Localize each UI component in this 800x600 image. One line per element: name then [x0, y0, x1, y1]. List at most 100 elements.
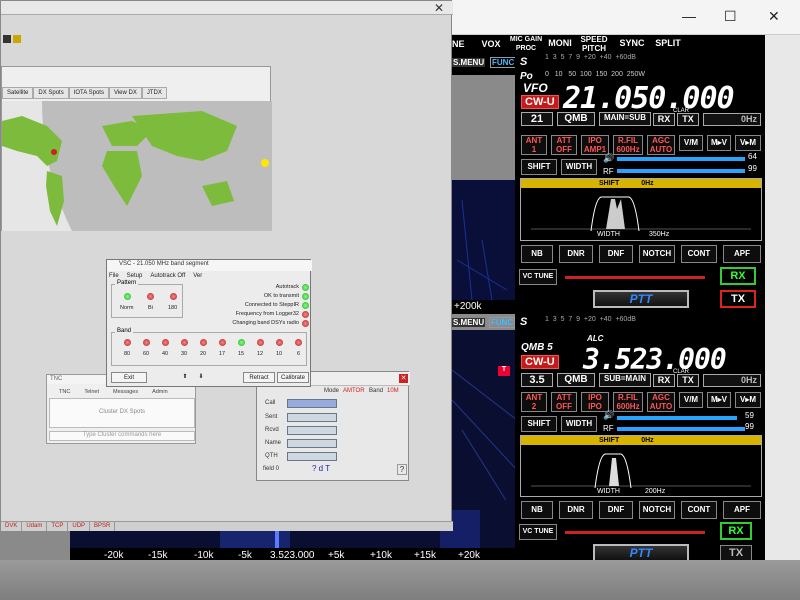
minimize-button[interactable]: —	[682, 8, 696, 24]
mv-button[interactable]: M▸V	[707, 135, 731, 151]
vtom-button[interactable]: V▸M	[735, 135, 761, 151]
tab-tnc[interactable]: TNC	[59, 389, 70, 397]
calibrate-button[interactable]: Calibrate	[277, 372, 309, 383]
ipo-button[interactable]: IPO IPO	[581, 392, 609, 412]
vc-tune-slider[interactable]	[565, 276, 705, 279]
help-button[interactable]: ?	[397, 464, 407, 475]
tab-messages[interactable]: Messages	[113, 389, 138, 397]
func-button[interactable]: FUNC	[490, 57, 517, 68]
logger-close-button[interactable]: ✕	[425, 1, 453, 15]
tab-jtdx[interactable]: JTDX	[141, 87, 167, 99]
rx-button[interactable]: RX	[720, 267, 756, 285]
tab-admin[interactable]: Admin	[152, 389, 168, 397]
ant-button[interactable]: ANT 1	[521, 135, 547, 155]
apf-button[interactable]: APF	[723, 501, 761, 519]
rx-button[interactable]: RX	[720, 522, 752, 540]
agc-button[interactable]: AGC AUTO	[647, 135, 675, 155]
vc-tune-slider[interactable]	[565, 531, 705, 534]
split-button[interactable]: SPLIT	[651, 39, 685, 48]
rcvd-field[interactable]	[287, 426, 337, 435]
tab-dx-spots[interactable]: DX Spots	[33, 87, 69, 99]
band-led[interactable]	[162, 339, 169, 346]
sub-main-box[interactable]: SUB=MAIN	[599, 373, 651, 387]
notch-button[interactable]: NOTCH	[639, 245, 675, 263]
tab-satellite[interactable]: Satellite	[2, 87, 34, 99]
band-box[interactable]: 21	[521, 112, 553, 126]
cont-button[interactable]: CONT	[681, 245, 717, 263]
rfil-button[interactable]: R.FIL 600Hz	[613, 392, 643, 412]
close-button[interactable]: ✕	[768, 8, 780, 25]
ipo-button[interactable]: IPO AMP1	[581, 135, 609, 155]
tx-button[interactable]: TX	[720, 545, 752, 561]
dnr-button[interactable]: DNR	[559, 245, 593, 263]
sub-frequency[interactable]: 3.523.000	[583, 343, 727, 376]
pattern-norm-led[interactable]	[124, 293, 131, 300]
func-button-sub[interactable]: FUNC	[489, 317, 516, 328]
tab-iota-spots[interactable]: IOTA Spots	[68, 87, 109, 99]
apf-button[interactable]: APF	[723, 245, 761, 263]
qmb-box[interactable]: QMB	[557, 373, 595, 387]
dnf-button[interactable]: DNF	[599, 245, 633, 263]
width-button[interactable]: WIDTH	[561, 416, 597, 432]
sent-field[interactable]	[287, 413, 337, 422]
band-led[interactable]	[181, 339, 188, 346]
main-sub-box[interactable]: MAIN=SUB	[599, 112, 651, 126]
up-button[interactable]: ⬆	[179, 372, 191, 383]
ant-button[interactable]: ANT 2	[521, 392, 547, 412]
call-field[interactable]	[287, 399, 337, 408]
mic-gain-proc-button[interactable]: MIC GAIN PROC	[509, 35, 543, 53]
vm-button[interactable]: V/M	[679, 135, 703, 151]
tx-clar-button[interactable]: TX	[677, 113, 699, 126]
vtom-button[interactable]: V▸M	[735, 392, 761, 408]
smenu-button-sub[interactable]: S.MENU	[452, 318, 486, 327]
notch-button[interactable]: NOTCH	[639, 501, 675, 519]
band-box[interactable]: 3.5	[521, 373, 553, 387]
menu-autotrack[interactable]: Autotrack Off	[150, 273, 185, 282]
mode-indicator[interactable]: CW-U	[521, 355, 559, 369]
mv-button[interactable]: M▸V	[707, 392, 731, 408]
tab-telnet[interactable]: Telnet	[84, 389, 99, 397]
ne-label[interactable]: NE	[452, 39, 465, 49]
menu-ver[interactable]: Ver	[193, 273, 202, 282]
rx-clar-button[interactable]: RX	[653, 113, 675, 126]
cont-button[interactable]: CONT	[681, 501, 717, 519]
pattern-180-led[interactable]	[170, 293, 177, 300]
maximize-button[interactable]: ☐	[724, 8, 737, 25]
band-led[interactable]	[143, 339, 150, 346]
rf-slider[interactable]	[617, 169, 745, 173]
agc-button[interactable]: AGC AUTO	[647, 392, 675, 412]
af-slider[interactable]	[617, 416, 737, 420]
exit-button[interactable]: Exit	[111, 372, 147, 383]
tab-view-dx[interactable]: View DX	[108, 87, 142, 99]
shift-button[interactable]: SHIFT	[521, 159, 557, 175]
tx-clar-button[interactable]: TX	[677, 374, 699, 387]
band-led[interactable]	[257, 339, 264, 346]
band-led[interactable]	[238, 339, 245, 346]
att-button[interactable]: ATT OFF	[551, 135, 577, 155]
att-button[interactable]: ATT OFF	[551, 392, 577, 412]
smenu-button[interactable]: S.MENU	[452, 58, 486, 67]
band-led[interactable]	[295, 339, 302, 346]
band-led[interactable]	[200, 339, 207, 346]
band-led[interactable]	[276, 339, 283, 346]
qth-field[interactable]	[287, 452, 337, 461]
toolbar-icon[interactable]	[13, 35, 21, 43]
name-field[interactable]	[287, 439, 337, 448]
dnf-button[interactable]: DNF	[599, 501, 633, 519]
vc-tune-button[interactable]: VC TUNE	[519, 524, 557, 540]
down-button[interactable]: ⬇	[195, 372, 207, 383]
ptt-button[interactable]: PTT	[593, 290, 689, 308]
rfil-button[interactable]: R.FIL 600Hz	[613, 135, 643, 155]
cluster-command-input[interactable]: Type Cluster commands here	[49, 431, 195, 441]
speed-pitch-button[interactable]: SPEED PITCH	[579, 35, 609, 53]
retract-button[interactable]: Retract	[243, 372, 275, 383]
vox-button[interactable]: VOX	[475, 40, 507, 49]
nb-button[interactable]: NB	[521, 245, 553, 263]
vm-button[interactable]: V/M	[679, 392, 703, 408]
moni-button[interactable]: MONI	[545, 39, 575, 48]
band-led[interactable]	[219, 339, 226, 346]
dnr-button[interactable]: DNR	[559, 501, 593, 519]
af-slider[interactable]	[617, 157, 745, 161]
band-led[interactable]	[124, 339, 131, 346]
tx-button[interactable]: TX	[720, 290, 756, 308]
